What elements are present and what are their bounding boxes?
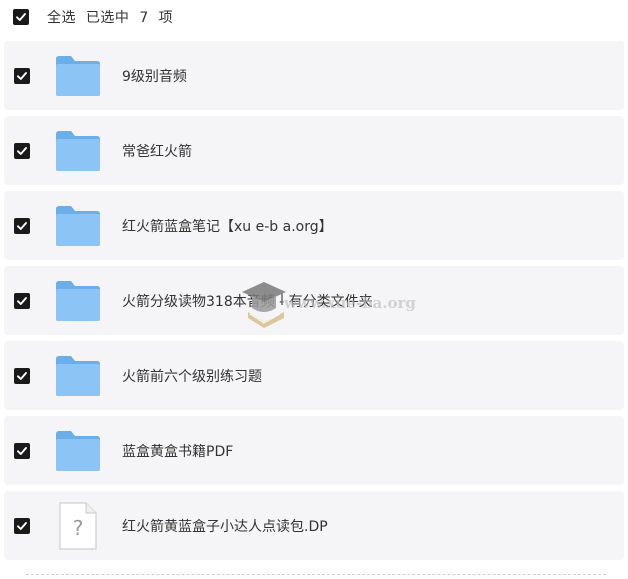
row-checkbox[interactable] [14, 217, 30, 234]
selected-unit: 项 [158, 10, 174, 26]
folder-icon [56, 55, 100, 96]
check-icon [17, 146, 27, 155]
file-row[interactable]: 火箭前六个级别练习题 [4, 341, 624, 410]
file-name[interactable]: 蓝盒黄盒书籍PDF [122, 441, 233, 461]
folder-icon [56, 355, 100, 396]
file-list: 9级别音频常爸红火箭红火箭蓝盒笔记【xu e-b a.org】火箭分级读物318… [4, 41, 624, 566]
check-icon [16, 13, 26, 21]
file-row[interactable]: 火箭分级读物318本音频 - 有分类文件夹 [4, 266, 624, 335]
file-name[interactable]: 红火箭蓝盒笔记【xu e-b a.org】 [122, 216, 333, 236]
selection-summary: 全选 已选中 7 项 [47, 7, 173, 27]
check-icon [17, 446, 27, 455]
folder-thumbnail [53, 426, 103, 476]
folder-icon [56, 205, 100, 246]
row-checkbox[interactable] [14, 142, 30, 159]
folder-thumbnail [53, 126, 103, 176]
unknown-file-icon: ? [59, 501, 97, 550]
select-all-checkbox[interactable] [13, 9, 29, 25]
check-icon [17, 521, 27, 530]
folder-thumbnail [53, 351, 103, 401]
svg-text:?: ? [73, 516, 84, 540]
row-checkbox[interactable] [14, 67, 30, 84]
folder-thumbnail [53, 51, 103, 101]
folder-thumbnail [53, 276, 103, 326]
file-name[interactable]: 火箭分级读物318本音频 - 有分类文件夹 [122, 291, 373, 311]
file-row[interactable]: 红火箭蓝盒笔记【xu e-b a.org】 [4, 191, 624, 260]
select-all-label[interactable]: 全选 [47, 10, 76, 26]
row-checkbox[interactable] [14, 367, 30, 384]
check-icon [17, 296, 27, 305]
folder-icon [56, 430, 100, 471]
folder-icon [56, 130, 100, 171]
folder-thumbnail [53, 201, 103, 251]
selected-text: 已选中 [85, 10, 130, 26]
file-name[interactable]: 常爸红火箭 [122, 141, 192, 161]
file-name[interactable]: 红火箭黄蓝盒子小达人点读包.DP [122, 516, 328, 536]
file-thumbnail: ? [53, 501, 103, 551]
selection-header: 全选 已选中 7 项 [0, 0, 628, 34]
file-row[interactable]: 蓝盒黄盒书籍PDF [4, 416, 624, 485]
selected-count: 7 [139, 10, 149, 26]
file-row[interactable]: 常爸红火箭 [4, 116, 624, 185]
list-bottom-divider [26, 574, 606, 575]
check-icon [17, 71, 27, 80]
check-icon [17, 371, 27, 380]
folder-icon [56, 280, 100, 321]
file-name[interactable]: 火箭前六个级别练习题 [122, 366, 262, 386]
check-icon [17, 221, 27, 230]
row-checkbox[interactable] [14, 292, 30, 309]
row-checkbox[interactable] [14, 517, 30, 534]
file-name[interactable]: 9级别音频 [122, 66, 187, 86]
row-checkbox[interactable] [14, 442, 30, 459]
file-row[interactable]: ? 红火箭黄蓝盒子小达人点读包.DP [4, 491, 624, 560]
file-row[interactable]: 9级别音频 [4, 41, 624, 110]
